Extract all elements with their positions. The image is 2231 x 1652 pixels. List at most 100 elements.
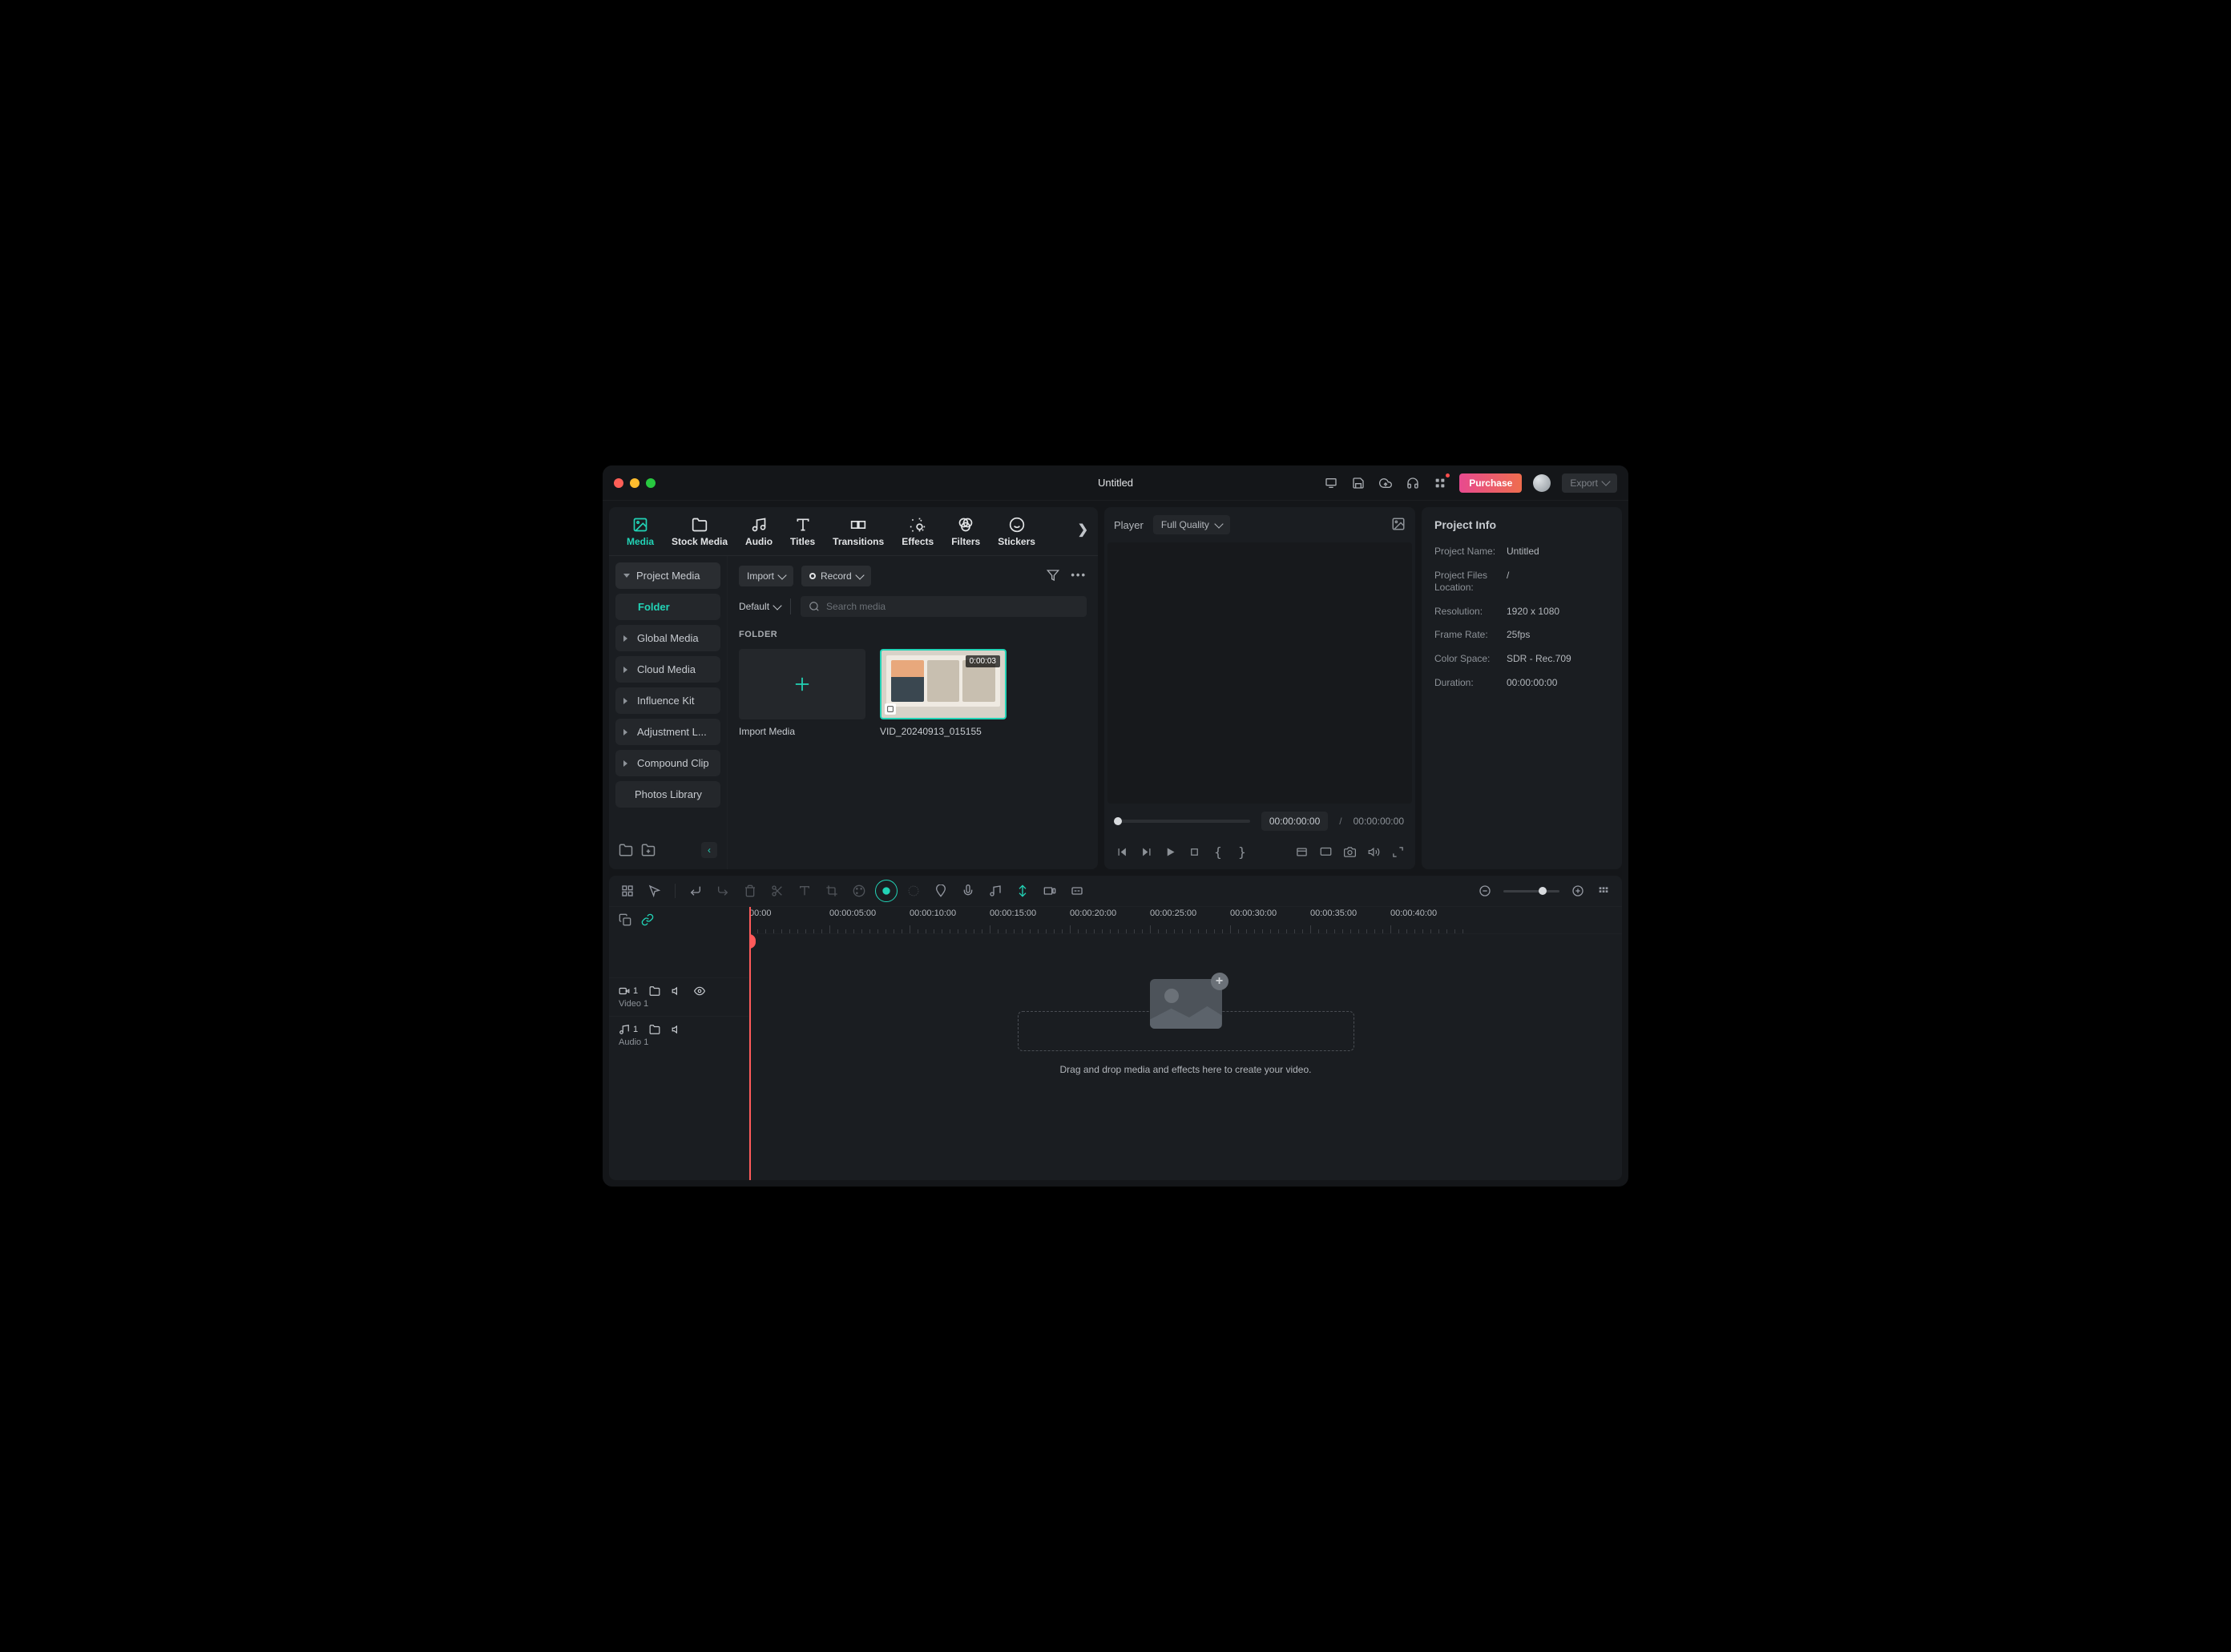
volume-button[interactable] <box>1367 845 1380 858</box>
zoom-out-button[interactable] <box>1478 884 1492 898</box>
new-bin-icon[interactable] <box>641 843 656 857</box>
undo-button[interactable] <box>688 884 703 898</box>
playhead[interactable] <box>749 907 751 1180</box>
duplicate-icon[interactable] <box>619 913 631 929</box>
media-sidebar: Project Media Folder Global Media Cloud … <box>609 556 728 869</box>
play-button[interactable] <box>1164 845 1176 858</box>
filter-icon[interactable] <box>1047 569 1059 584</box>
collapse-sidebar-button[interactable]: ‹ <box>701 842 717 858</box>
tab-audio[interactable]: Audio <box>737 514 781 555</box>
tab-media[interactable]: Media <box>619 514 662 555</box>
sidebar-project-media[interactable]: Project Media <box>615 562 720 589</box>
sidebar-folder[interactable]: Folder <box>615 594 720 620</box>
clip-type-icon <box>885 703 896 715</box>
audio-track-icon <box>619 1024 630 1035</box>
timeline-panel: 1 Video 1 1 Audio 1 <box>609 876 1622 1180</box>
project-info-title: Project Info <box>1434 518 1609 531</box>
apps-icon[interactable] <box>1432 475 1448 491</box>
mark-out-button[interactable]: } <box>1236 845 1249 858</box>
tab-transitions[interactable]: Transitions <box>825 514 892 555</box>
project-title: Untitled <box>1098 477 1133 489</box>
link-icon[interactable] <box>641 913 654 929</box>
prev-frame-button[interactable] <box>1116 845 1128 858</box>
mic-tool-icon[interactable] <box>961 884 975 898</box>
tab-stock-media[interactable]: Stock Media <box>664 514 736 555</box>
sidebar-adjustment-layer[interactable]: Adjustment L... <box>615 719 720 745</box>
user-avatar[interactable] <box>1533 474 1551 492</box>
tab-filters[interactable]: Filters <box>943 514 988 555</box>
new-folder-icon[interactable] <box>619 843 633 857</box>
minimize-window-button[interactable] <box>630 478 639 488</box>
media-clip-card[interactable]: 0:00:03 VID_20240913_015155 <box>880 649 1007 737</box>
device-tool-icon[interactable] <box>1043 884 1057 898</box>
titlebar: Untitled Purchase Export <box>603 465 1628 501</box>
next-frame-button[interactable] <box>1140 845 1152 858</box>
display-icon[interactable] <box>1323 475 1339 491</box>
tab-effects[interactable]: Effects <box>894 514 942 555</box>
delete-button[interactable] <box>743 884 757 898</box>
mark-in-button[interactable]: { <box>1212 845 1224 858</box>
tab-titles[interactable]: Titles <box>782 514 823 555</box>
save-icon[interactable] <box>1350 475 1366 491</box>
export-button[interactable]: Export <box>1562 473 1617 493</box>
audio-track-header[interactable]: 1 Audio 1 <box>609 1016 748 1054</box>
visibility-icon[interactable] <box>694 985 705 997</box>
record-dropdown[interactable]: Record <box>801 566 871 586</box>
pointer-tool-icon[interactable] <box>648 884 662 898</box>
player-viewport[interactable] <box>1107 542 1412 804</box>
video-track-header[interactable]: 1 Video 1 <box>609 977 748 1016</box>
sidebar-compound-clip[interactable]: Compound Clip <box>615 750 720 776</box>
timeline-drop-zone[interactable]: + Drag and drop media and effects here t… <box>1018 979 1354 1075</box>
fullscreen-button[interactable] <box>1391 845 1404 858</box>
view-options-button[interactable] <box>1596 884 1611 898</box>
zoom-in-button[interactable] <box>1571 884 1585 898</box>
timeline-ruler[interactable]: 00:0000:00:05:0000:00:10:0000:00:15:0000… <box>749 907 1622 934</box>
cloud-icon[interactable] <box>1378 475 1394 491</box>
player-panel: Player Full Quality 00:00:00:00 / 00:00:… <box>1104 507 1415 869</box>
stop-button[interactable] <box>1188 845 1200 858</box>
media-panel: Media Stock Media Audio Titles Transitio… <box>609 507 1098 869</box>
headphones-icon[interactable] <box>1405 475 1421 491</box>
snapshot-button[interactable] <box>1343 845 1356 858</box>
mute-icon[interactable] <box>672 1024 683 1035</box>
drop-art-icon <box>1150 979 1222 1029</box>
folder-icon[interactable] <box>649 985 660 997</box>
sort-dropdown[interactable]: Default <box>739 601 781 612</box>
sidebar-influence-kit[interactable]: Influence Kit <box>615 687 720 714</box>
keyframe-tool-icon[interactable] <box>1015 884 1030 898</box>
tabs-overflow-button[interactable]: ❯ <box>1078 522 1088 538</box>
color-tool-icon[interactable] <box>852 884 866 898</box>
sidebar-photos-library[interactable]: Photos Library <box>615 781 720 808</box>
import-dropdown[interactable]: Import <box>739 566 793 586</box>
sidebar-cloud-media[interactable]: Cloud Media <box>615 656 720 683</box>
chapter-button[interactable] <box>1295 845 1308 858</box>
tab-stickers[interactable]: Stickers <box>990 514 1043 555</box>
auto-tool-icon[interactable] <box>879 884 894 898</box>
timeline-tracks-area[interactable]: 00:0000:00:05:0000:00:10:0000:00:15:0000… <box>749 907 1622 1180</box>
import-media-card[interactable]: Import Media <box>739 649 865 737</box>
search-media-input[interactable] <box>801 596 1087 617</box>
purchase-button[interactable]: Purchase <box>1459 473 1522 493</box>
circle-tool-icon[interactable] <box>906 884 921 898</box>
more-options-button[interactable]: ••• <box>1071 569 1087 584</box>
crop-tool-icon[interactable] <box>825 884 839 898</box>
zoom-slider[interactable] <box>1503 890 1559 892</box>
text-tool-icon[interactable] <box>797 884 812 898</box>
player-image-icon[interactable] <box>1391 517 1406 534</box>
sidebar-global-media[interactable]: Global Media <box>615 625 720 651</box>
grid-tool-icon[interactable] <box>620 884 635 898</box>
cut-tool-icon[interactable] <box>770 884 785 898</box>
caption-tool-icon[interactable] <box>1070 884 1084 898</box>
mute-icon[interactable] <box>672 985 683 997</box>
screen-mode-button[interactable] <box>1319 845 1332 858</box>
maximize-window-button[interactable] <box>646 478 656 488</box>
redo-button[interactable] <box>716 884 730 898</box>
player-scrubber[interactable] <box>1116 820 1250 823</box>
close-window-button[interactable] <box>614 478 623 488</box>
playback-quality-dropdown[interactable]: Full Quality <box>1153 515 1230 534</box>
folder-icon[interactable] <box>649 1024 660 1035</box>
clip-duration-badge: 0:00:03 <box>966 655 1000 667</box>
plus-badge-icon: + <box>1211 973 1228 990</box>
music-tool-icon[interactable] <box>988 884 1003 898</box>
marker-tool-icon[interactable] <box>934 884 948 898</box>
